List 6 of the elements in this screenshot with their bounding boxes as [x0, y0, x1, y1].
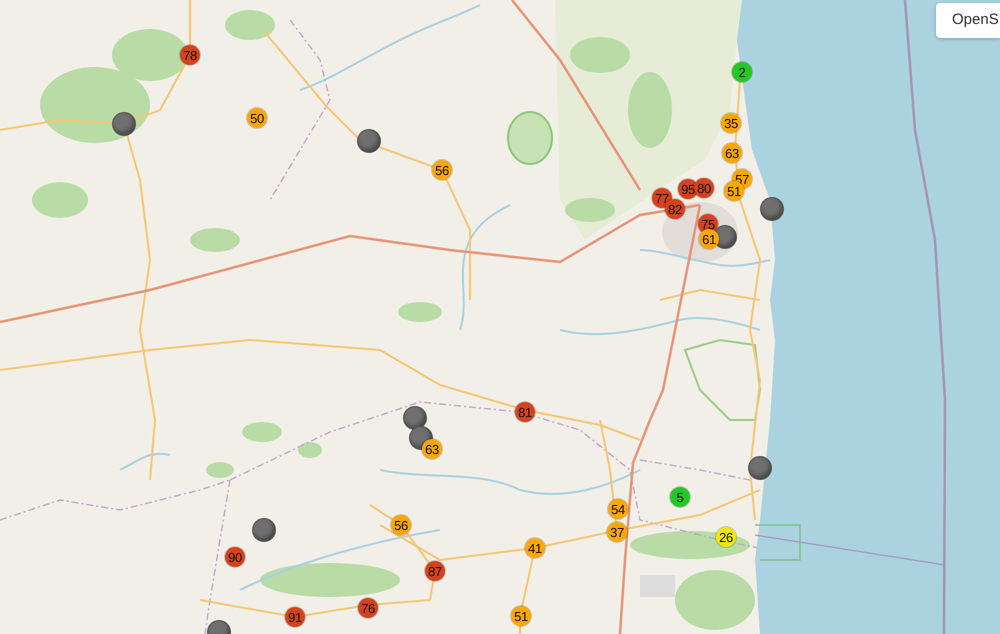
- map-marker-icon[interactable]: [749, 457, 771, 479]
- map-marker-icon[interactable]: [113, 113, 135, 135]
- map-marker-icon[interactable]: [358, 130, 380, 152]
- layer-switch-button[interactable]: OpenS: [936, 3, 1000, 38]
- map-marker-icon[interactable]: [253, 519, 275, 541]
- map-marker-icon[interactable]: [761, 198, 783, 220]
